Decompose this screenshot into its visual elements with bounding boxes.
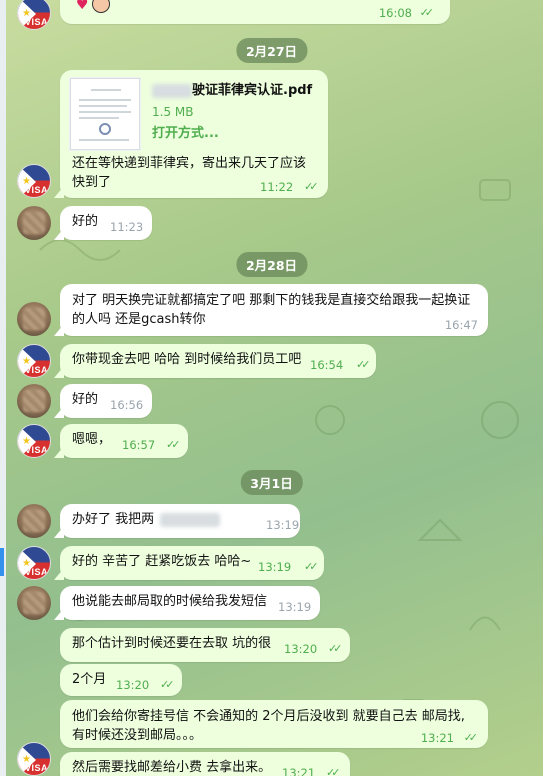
- message-time: 13:21: [282, 766, 316, 776]
- avatar-contact[interactable]: [17, 206, 51, 240]
- message-bubble-incoming[interactable]: 好的 11:23: [54, 206, 152, 240]
- message-time: 13:19: [266, 518, 300, 532]
- message-text: 对了 明天换完证就都搞定了吧 那剩下的钱我是直接交给跟我一起换证的人吗 还是gc…: [72, 293, 471, 327]
- message-time: 11:23: [110, 220, 144, 234]
- file-size: 1.5 MB: [152, 105, 194, 119]
- date-separator: 2月28日: [235, 252, 308, 277]
- message-time: 16:47: [444, 318, 478, 332]
- avatar-sender-visa[interactable]: ★ VISA: [17, 546, 51, 580]
- redacted-text: [160, 512, 221, 527]
- message-bubble-incoming[interactable]: 对了 明天换完证就都搞定了吧 那剩下的钱我是直接交给跟我一起换证的人吗 还是gc…: [54, 284, 488, 336]
- double-check-icon: ✓✓: [356, 358, 371, 371]
- message-text: 然后需要找邮差给小费 去拿出来。: [72, 760, 272, 775]
- double-check-icon: ✓✓: [160, 678, 175, 691]
- file-name[interactable]: 驶证菲律宾认证.pdf: [192, 82, 312, 100]
- avatar-contact[interactable]: [17, 504, 51, 538]
- date-separator: 2月27日: [235, 38, 308, 63]
- message-text: 嗯嗯，: [72, 432, 112, 447]
- avatar-contact[interactable]: [17, 586, 51, 620]
- window-left-edge: [0, 0, 6, 776]
- avatar-contact[interactable]: [17, 384, 51, 418]
- avatar-sender-visa[interactable]: ★ VISA: [17, 424, 51, 458]
- message-time: 11:22: [260, 180, 294, 194]
- avatar-sender-visa[interactable]: ★ VISA: [17, 164, 51, 198]
- message-time: 13:19: [278, 600, 312, 614]
- message-text-line-2: 有时候还没到邮局。。。: [72, 728, 203, 743]
- message-bubble-outgoing[interactable]: 你带现金去吧 哈哈 到时候给我们员工吧 16:54 ✓✓: [54, 344, 376, 378]
- double-check-icon: ✓✓: [463, 731, 479, 744]
- avatar-sender-visa[interactable]: ★ VISA: [17, 0, 51, 30]
- message-text: 办好了 我把两: [72, 512, 155, 527]
- message-text: 好的: [72, 214, 99, 229]
- face-emoji-icon: [92, 0, 110, 13]
- double-check-icon: ✓✓: [419, 6, 435, 19]
- message-bubble-outgoing[interactable]: 他们会给你寄挂号信 不会通知的 2个月后没收到 就要自己去 邮局找, 有时候还没…: [60, 700, 488, 748]
- avatar-sender-visa[interactable]: ★ VISA: [17, 742, 51, 776]
- message-text-line-1: 他们会给你寄挂号信 不会通知的 2个月后没收到 就要自己去 邮局找,: [72, 709, 465, 724]
- message-time: 13:20: [116, 678, 150, 692]
- message-text: 好的 辛苦了 赶紧吃饭去 哈哈~: [72, 554, 252, 569]
- message-bubble-partial[interactable]: ♥ 16:08 ✓✓: [60, 0, 450, 24]
- avatar-contact[interactable]: [17, 302, 51, 336]
- message-bubble-incoming[interactable]: 他说能去邮局取的时候给我发短信 13:19: [54, 586, 320, 620]
- message-bubble-incoming[interactable]: 办好了 我把两 13:19: [54, 504, 300, 538]
- redacted-filename-prefix: [152, 84, 192, 98]
- message-time: 16:08: [378, 6, 412, 20]
- message-time: 13:20: [284, 642, 318, 656]
- message-text: 2个月: [72, 672, 107, 687]
- scroll-accent: [0, 548, 4, 576]
- message-bubble-outgoing[interactable]: 好的 辛苦了 赶紧吃饭去 哈哈~ 13:19 ✓✓: [54, 546, 324, 580]
- file-message-bubble[interactable]: 驶证菲律宾认证.pdf 1.5 MB 打开方式... 还在等快递到菲律宾，寄出来…: [54, 70, 328, 198]
- date-separator: 3月1日: [240, 470, 303, 495]
- pdf-thumbnail[interactable]: [70, 78, 140, 150]
- message-bubble-incoming[interactable]: 好的 16:56: [54, 384, 152, 418]
- heart-emoji-icon: ♥: [76, 0, 89, 13]
- message-bubble-outgoing[interactable]: 那个估计到时候还要在去取 坑的很 13:20 ✓✓: [60, 628, 350, 662]
- double-check-icon: ✓✓: [166, 438, 181, 451]
- avatar-sender-visa[interactable]: ★ VISA: [17, 344, 51, 378]
- message-text: 他说能去邮局取的时候给我发短信: [72, 594, 268, 609]
- message-bubble-outgoing[interactable]: 然后需要找邮差给小费 去拿出来。 13:21 ✓✓: [54, 752, 350, 776]
- double-check-icon: ✓✓: [304, 560, 319, 573]
- double-check-icon: ✓✓: [328, 642, 343, 655]
- message-time: 16:57: [122, 438, 156, 452]
- open-with-link[interactable]: 打开方式...: [152, 125, 219, 143]
- message-time: 16:56: [110, 398, 144, 412]
- message-text: 那个估计到时候还要在去取 坑的很: [72, 636, 272, 651]
- message-bubble-outgoing[interactable]: 嗯嗯， 16:57 ✓✓: [54, 424, 188, 458]
- message-time: 13:19: [258, 560, 292, 574]
- message-bubble-outgoing[interactable]: 2个月 13:20 ✓✓: [60, 664, 182, 696]
- message-text: 你带现金去吧 哈哈 到时候给我们员工吧: [72, 352, 302, 367]
- message-time: 16:54: [310, 358, 344, 372]
- message-text: 好的: [72, 392, 99, 407]
- double-check-icon: ✓✓: [326, 766, 341, 776]
- double-check-icon: ✓✓: [304, 180, 319, 193]
- message-time: 13:21: [420, 731, 454, 745]
